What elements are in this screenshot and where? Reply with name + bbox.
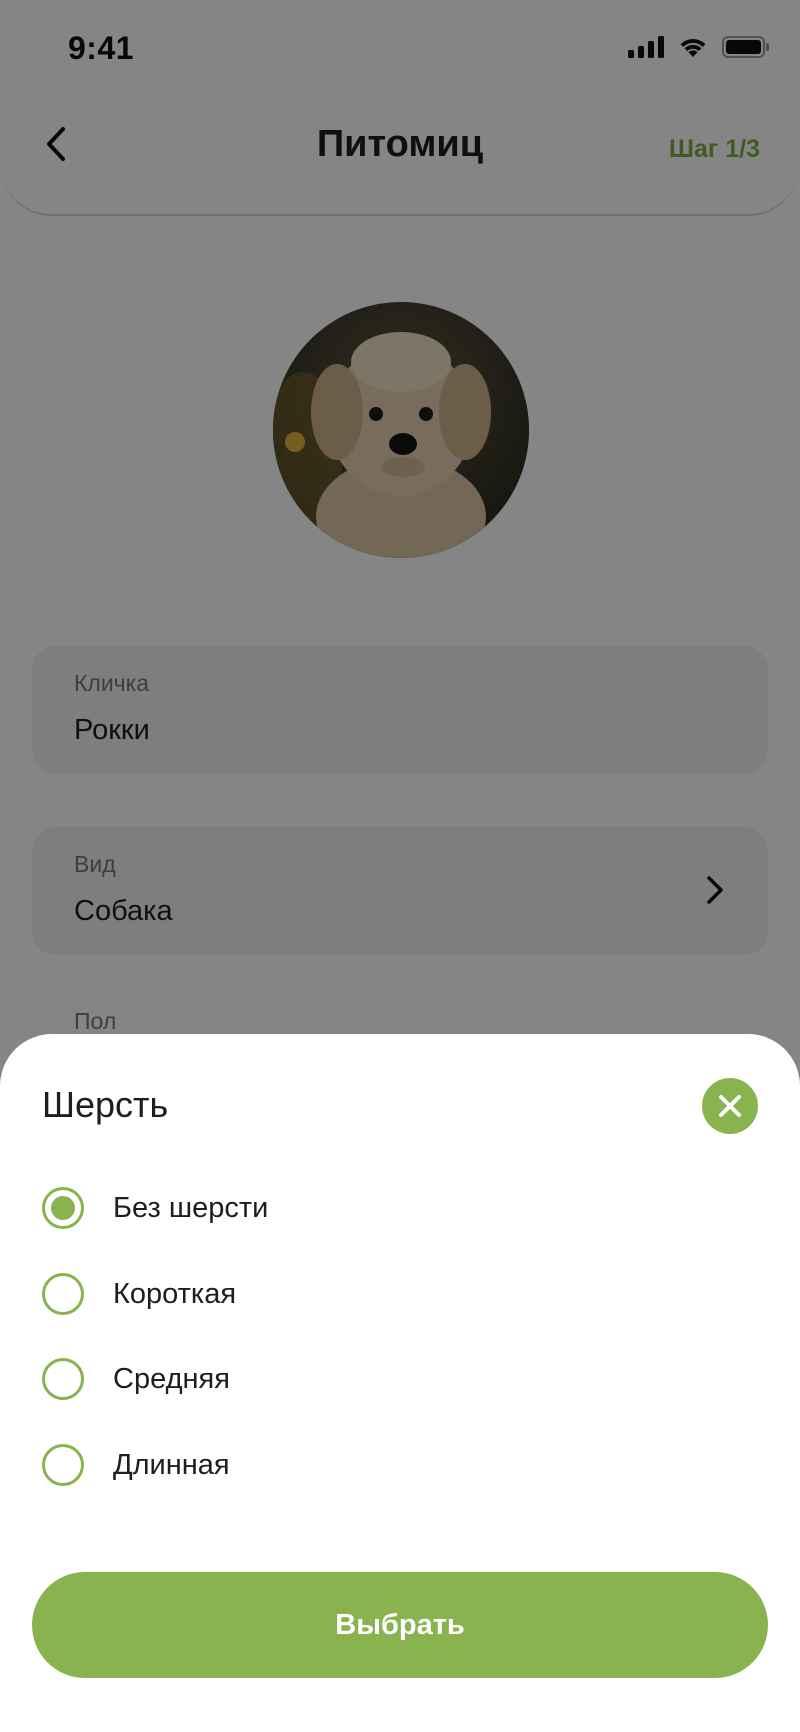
option-label: Средняя: [113, 1362, 230, 1395]
radio[interactable]: [42, 1358, 84, 1400]
option-long[interactable]: Длинная: [42, 1435, 758, 1495]
close-button[interactable]: [702, 1078, 758, 1134]
option-label: Без шерсти: [113, 1191, 269, 1224]
radio-selected[interactable]: [42, 1187, 84, 1229]
radio[interactable]: [42, 1444, 84, 1486]
option-label: Короткая: [113, 1277, 237, 1310]
bottom-sheet: Шерсть Без шерсти Короткая Средняя Длинн…: [0, 1034, 800, 1732]
option-short[interactable]: Короткая: [42, 1264, 758, 1324]
option-medium[interactable]: Средняя: [42, 1349, 758, 1409]
radio[interactable]: [42, 1273, 84, 1315]
sheet-title: Шерсть: [42, 1084, 169, 1125]
option-label: Длинная: [113, 1448, 230, 1481]
select-button[interactable]: Выбрать: [32, 1572, 768, 1678]
screen: 9:41 Питомиц Шаг 1/3 Кличка Рокки Вид Со…: [0, 0, 800, 1732]
close-icon: [719, 1095, 741, 1117]
option-hairless[interactable]: Без шерсти: [42, 1178, 758, 1238]
